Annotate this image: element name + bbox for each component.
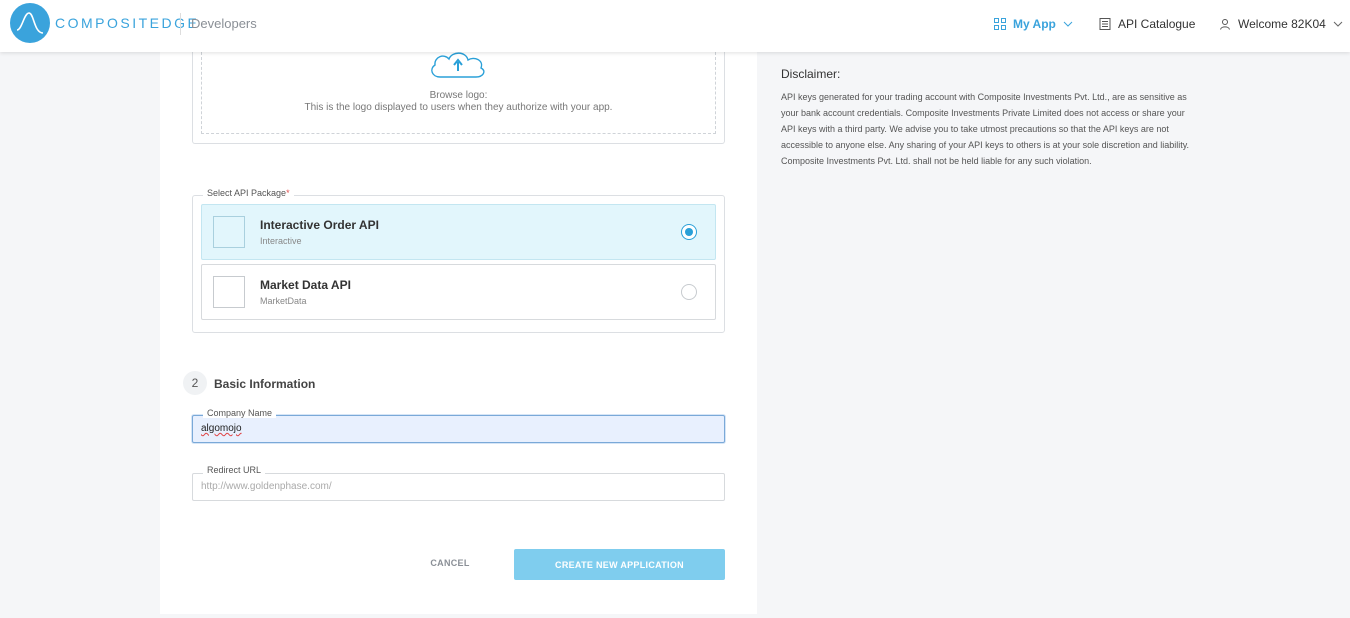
- disclaimer-title: Disclaimer:: [781, 67, 841, 81]
- package-subtitle: Interactive: [260, 236, 302, 246]
- cancel-button[interactable]: CANCEL: [418, 558, 482, 568]
- package-option-market-data[interactable]: Market Data API MarketData: [201, 264, 716, 320]
- company-name-label: Company Name: [203, 408, 277, 418]
- redirect-url-field[interactable]: http://www.goldenphase.com/: [192, 473, 725, 501]
- brand-logo-icon[interactable]: [10, 3, 50, 43]
- redirect-url-label: Redirect URL: [203, 465, 266, 475]
- disclaimer-text: API keys generated for your trading acco…: [781, 92, 1190, 166]
- package-title: Interactive Order API: [260, 218, 379, 232]
- company-name-field[interactable]: algomojo: [192, 415, 725, 443]
- package-radio[interactable]: [681, 224, 697, 240]
- required-mark: *: [286, 188, 290, 198]
- nav-user-menu[interactable]: Welcome 82K04: [1219, 17, 1343, 31]
- package-subtitle: MarketData: [260, 296, 307, 306]
- grid-icon: [994, 18, 1006, 30]
- nav-my-app-label: My App: [1013, 17, 1056, 31]
- company-name-value: algomojo: [201, 423, 242, 434]
- nav-my-app[interactable]: My App: [994, 17, 1073, 31]
- step-number: 2: [183, 371, 207, 395]
- welcome-label: Welcome 82K04: [1238, 17, 1326, 31]
- nav-api-catalogue-label: API Catalogue: [1118, 17, 1196, 31]
- api-package-legend: Select API Package*: [203, 188, 294, 198]
- package-thumbnail: [213, 216, 245, 248]
- package-thumbnail: [213, 276, 245, 308]
- chevron-down-icon: [1063, 21, 1073, 27]
- browse-logo-help: This is the logo displayed to users when…: [304, 102, 613, 113]
- user-icon: [1220, 19, 1230, 30]
- nav-api-catalogue[interactable]: API Catalogue: [1099, 17, 1195, 31]
- package-radio[interactable]: [681, 284, 697, 300]
- package-title: Market Data API: [260, 278, 351, 292]
- developers-label[interactable]: Developers: [191, 16, 257, 31]
- header-divider: [180, 13, 181, 35]
- top-header: COMPOSITEDGE Developers My App API Catal…: [0, 0, 1350, 52]
- section-title: Basic Information: [214, 377, 316, 391]
- package-option-interactive[interactable]: Interactive Order API Interactive: [201, 204, 716, 260]
- create-application-button[interactable]: CREATE NEW APPLICATION: [514, 549, 725, 580]
- brand-name[interactable]: COMPOSITEDGE: [55, 15, 199, 31]
- cloud-upload-icon[interactable]: [428, 50, 488, 85]
- chevron-down-icon: [1333, 21, 1343, 27]
- catalogue-icon: [1099, 18, 1111, 30]
- browse-logo-label[interactable]: Browse logo:: [201, 90, 716, 101]
